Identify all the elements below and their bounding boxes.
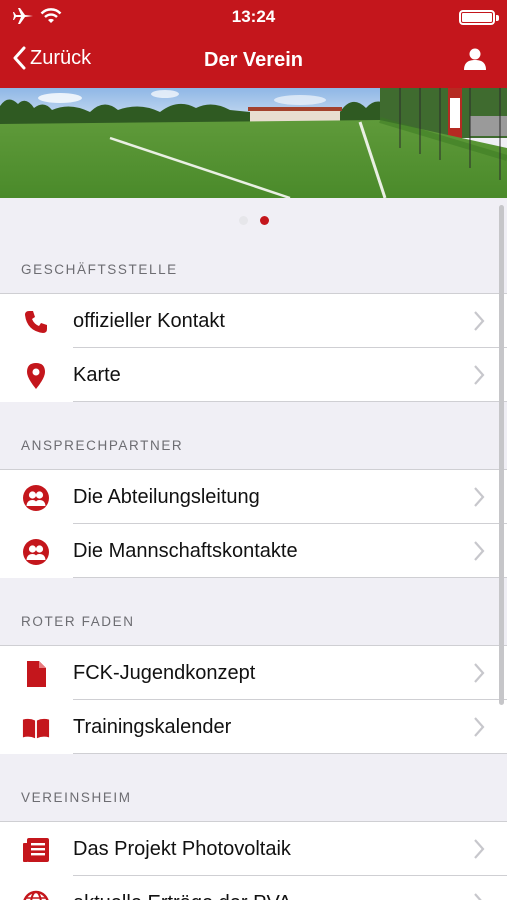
list-document-icon: [22, 836, 50, 864]
top-bar: 13:24 Zurück Der Verein: [0, 0, 507, 88]
group-ansprechpartner: Die Abteilungsleitung Die Mannschaftskon…: [0, 469, 507, 578]
row-label: Das Projekt Photovoltaik: [73, 838, 291, 860]
group-geschaeftsstelle: offizieller Kontakt Karte: [0, 293, 507, 402]
row-label: Die Mannschaftskontakte: [73, 540, 298, 562]
row-offizieller-kontakt[interactable]: offizieller Kontakt: [0, 294, 507, 348]
row-label: Die Abteilungsleitung: [73, 486, 260, 508]
row-label: Trainingskalender: [73, 716, 232, 738]
row-abteilungsleitung[interactable]: Die Abteilungsleitung: [0, 470, 507, 524]
row-ertraege-pva[interactable]: aktuelle Erträge der PVA: [0, 876, 507, 900]
group-roter-faden: FCK-Jugendkonzept Trainingskalender: [0, 645, 507, 754]
row-separator: [73, 401, 507, 402]
section-header-ansprechpartner: ANSPRECHPARTNER: [21, 438, 184, 453]
row-label: offizieller Kontakt: [73, 310, 225, 332]
people-icon: [22, 538, 50, 566]
row-label: aktuelle Erträge der PVA: [73, 892, 292, 900]
status-bar: 13:24: [0, 0, 507, 34]
page-dot-2[interactable]: [259, 216, 269, 226]
row-projekt-photovoltaik[interactable]: Das Projekt Photovoltaik: [0, 822, 507, 876]
section-header-vereinsheim: VEREINSHEIM: [21, 790, 132, 805]
chevron-right-icon: [474, 717, 485, 737]
user-icon[interactable]: [463, 47, 487, 71]
row-label: Karte: [73, 364, 121, 386]
phone-icon: [22, 308, 50, 336]
document-icon: [22, 660, 50, 688]
section-header-roter-faden: ROTER FADEN: [21, 614, 135, 629]
chevron-right-icon: [474, 663, 485, 683]
map-pin-icon: [22, 362, 50, 390]
hero-image[interactable]: [0, 88, 507, 198]
people-icon: [22, 484, 50, 512]
status-time: 13:24: [231, 7, 276, 26]
battery-icon: [459, 10, 499, 25]
navigation-bar: Zurück Der Verein: [0, 34, 507, 88]
chevron-right-icon: [474, 311, 485, 331]
row-separator: [73, 753, 507, 754]
section-header-geschaeftsstelle: GESCHÄFTSSTELLE: [21, 262, 178, 277]
row-label: FCK-Jugendkonzept: [73, 662, 256, 684]
chevron-right-icon: [474, 487, 485, 507]
group-vereinsheim: Das Projekt Photovoltaik aktuelle Erträg…: [0, 821, 507, 900]
book-icon: [22, 714, 50, 742]
soccer-field-image: [0, 88, 507, 198]
row-separator: [73, 577, 507, 578]
chevron-right-icon: [474, 893, 482, 900]
row-mannschaftskontakte[interactable]: Die Mannschaftskontakte: [0, 524, 507, 578]
page-title: Der Verein: [204, 49, 303, 71]
row-karte[interactable]: Karte: [0, 348, 507, 402]
scrollbar[interactable]: [499, 205, 504, 705]
page-dot-1[interactable]: [238, 216, 248, 226]
chevron-right-icon: [474, 839, 485, 859]
row-trainingskalender[interactable]: Trainingskalender: [0, 700, 507, 754]
page-indicator[interactable]: [0, 212, 507, 226]
chevron-right-icon: [474, 365, 485, 385]
chevron-right-icon: [474, 541, 485, 561]
row-jugendkonzept[interactable]: FCK-Jugendkonzept: [0, 646, 507, 700]
globe-icon: [22, 890, 50, 900]
